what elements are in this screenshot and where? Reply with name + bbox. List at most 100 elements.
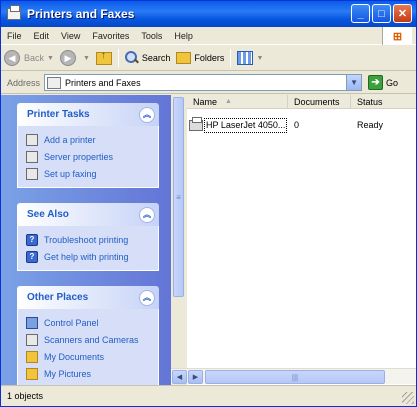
address-bar: Address Printers and Faxes ▼ ➔ Go bbox=[1, 72, 416, 94]
views-button[interactable]: ▼ bbox=[234, 47, 266, 69]
printer-name-cell[interactable]: HP LaserJet 4050... bbox=[187, 117, 288, 133]
scrollbar-thumb[interactable]: ||| bbox=[205, 370, 385, 384]
task-get-help-printing[interactable]: ? Get help with printing bbox=[26, 248, 158, 265]
place-scanners-cameras[interactable]: Scanners and Cameras bbox=[26, 331, 158, 348]
close-button[interactable]: ✕ bbox=[393, 4, 412, 23]
back-button[interactable]: ◀ Back ▼ bbox=[1, 47, 57, 69]
maximize-button[interactable]: □ bbox=[372, 4, 391, 23]
windows-logo-icon: ⊞ bbox=[382, 27, 412, 45]
printer-name: HP LaserJet 4050... bbox=[204, 117, 288, 133]
task-label: Troubleshoot printing bbox=[44, 234, 129, 245]
go-label: Go bbox=[386, 77, 399, 88]
toolbar-separator bbox=[230, 49, 232, 67]
horizontal-scrollbar[interactable]: ◀ ▶ ||| bbox=[171, 368, 416, 384]
folders-button[interactable]: Folders bbox=[173, 47, 227, 69]
column-header-name[interactable]: Name ▲ bbox=[187, 95, 288, 108]
fax-icon bbox=[26, 167, 38, 180]
status-bar: 1 objects bbox=[1, 385, 416, 406]
menu-view[interactable]: View bbox=[55, 31, 86, 41]
column-label: Documents bbox=[294, 97, 340, 107]
menu-help[interactable]: Help bbox=[168, 31, 199, 41]
task-label: Scanners and Cameras bbox=[44, 334, 139, 345]
address-input[interactable]: Printers and Faxes ▼ bbox=[44, 74, 363, 91]
menu-bar: File Edit View Favorites Tools Help ⊞ bbox=[1, 27, 416, 45]
list-item[interactable]: HP LaserJet 4050... 0 Ready bbox=[187, 117, 416, 133]
column-header-status[interactable]: Status bbox=[351, 95, 416, 108]
printer-tasks-body: Add a printer Server properties Set up f… bbox=[17, 126, 159, 188]
status-cell: Ready bbox=[357, 120, 384, 130]
folder-icon bbox=[26, 367, 38, 380]
column-label: Status bbox=[357, 97, 383, 107]
go-button[interactable]: ➔ Go bbox=[368, 75, 398, 90]
scrollbar-thumb[interactable]: ≡ bbox=[173, 97, 184, 297]
up-button[interactable] bbox=[93, 47, 115, 69]
collapse-icon[interactable]: ︽ bbox=[139, 106, 155, 123]
address-value: Printers and Faxes bbox=[65, 77, 141, 88]
task-troubleshoot-printing[interactable]: ? Troubleshoot printing bbox=[26, 231, 158, 248]
search-button[interactable]: Search bbox=[122, 47, 174, 69]
folders-label: Folders bbox=[194, 53, 225, 63]
search-label: Search bbox=[141, 53, 171, 63]
folders-icon bbox=[176, 52, 192, 64]
task-label: Set up faxing bbox=[44, 168, 97, 179]
menu-favorites[interactable]: Favorites bbox=[86, 31, 135, 41]
menu-tools[interactable]: Tools bbox=[135, 31, 168, 41]
folder-up-icon bbox=[95, 50, 112, 65]
see-also-body: ? Troubleshoot printing ? Get help with … bbox=[17, 226, 159, 271]
place-my-pictures[interactable]: My Pictures bbox=[26, 365, 158, 382]
panel-title: Printer Tasks bbox=[27, 109, 90, 120]
folder-icon bbox=[26, 350, 38, 363]
chevron-down-icon: ▼ bbox=[256, 54, 264, 62]
other-places-body: Control Panel Scanners and Cameras My Do… bbox=[17, 309, 159, 385]
add-printer-icon bbox=[26, 133, 38, 146]
title-bar[interactable]: Printers and Faxes _ □ ✕ bbox=[1, 1, 416, 27]
resize-grip-icon[interactable] bbox=[402, 392, 414, 404]
task-server-properties[interactable]: Server properties bbox=[26, 148, 158, 165]
scroll-left-button[interactable]: ◀ bbox=[172, 370, 187, 384]
place-control-panel[interactable]: Control Panel bbox=[26, 314, 158, 331]
task-set-up-faxing[interactable]: Set up faxing bbox=[26, 165, 158, 182]
back-arrow-icon: ◀ bbox=[4, 50, 20, 66]
address-dropdown-button[interactable]: ▼ bbox=[346, 75, 362, 90]
window-title: Printers and Faxes bbox=[27, 7, 135, 21]
help-icon: ? bbox=[26, 250, 38, 263]
chevron-down-icon: ▼ bbox=[47, 54, 54, 62]
help-icon: ? bbox=[26, 233, 38, 246]
menu-edit[interactable]: Edit bbox=[28, 31, 56, 41]
place-my-documents[interactable]: My Documents bbox=[26, 348, 158, 365]
list-header: Name ▲ Documents Status bbox=[187, 95, 416, 109]
control-panel-icon bbox=[26, 316, 38, 329]
printer-icon bbox=[7, 5, 21, 20]
go-arrow-icon: ➔ bbox=[368, 75, 384, 90]
sort-ascending-icon: ▲ bbox=[225, 98, 232, 105]
back-label: Back bbox=[24, 53, 45, 63]
printers-window: Printers and Faxes _ □ ✕ File Edit View … bbox=[0, 0, 417, 407]
other-places-panel: Other Places ︽ Control Panel Scanners an… bbox=[17, 286, 159, 385]
printer-tasks-panel: Printer Tasks ︽ Add a printer Server pro… bbox=[17, 103, 159, 188]
other-places-header[interactable]: Other Places ︽ bbox=[17, 286, 159, 309]
minimize-button[interactable]: _ bbox=[351, 4, 370, 23]
forward-arrow-icon: ▶ bbox=[59, 50, 76, 66]
status-text: 1 objects bbox=[7, 391, 44, 401]
task-label: Add a printer bbox=[44, 134, 96, 145]
printer-tasks-header[interactable]: Printer Tasks ︽ bbox=[17, 103, 159, 126]
collapse-icon[interactable]: ︽ bbox=[139, 289, 155, 306]
column-label: Name bbox=[193, 97, 218, 107]
task-label: My Documents bbox=[44, 351, 105, 362]
printer-folder-icon bbox=[47, 76, 62, 89]
server-properties-icon bbox=[26, 150, 38, 163]
see-also-header[interactable]: See Also ︽ bbox=[17, 203, 159, 226]
address-label: Address bbox=[7, 77, 41, 88]
menu-file[interactable]: File bbox=[1, 31, 28, 41]
toolbar: ◀ Back ▼ ▶ ▼ Search Folders ▼ bbox=[1, 46, 416, 71]
task-pane-scrollbar[interactable]: ≡ bbox=[171, 95, 185, 385]
task-add-printer[interactable]: Add a printer bbox=[26, 131, 158, 148]
scanner-icon bbox=[26, 333, 38, 346]
see-also-panel: See Also ︽ ? Troubleshoot printing ? Get… bbox=[17, 203, 159, 271]
column-header-documents[interactable]: Documents bbox=[288, 95, 351, 108]
scroll-right-button[interactable]: ▶ bbox=[188, 370, 203, 384]
views-icon bbox=[237, 51, 254, 65]
printer-icon bbox=[189, 117, 203, 131]
collapse-icon[interactable]: ︽ bbox=[139, 206, 155, 223]
forward-button[interactable]: ▶ ▼ bbox=[57, 47, 93, 69]
